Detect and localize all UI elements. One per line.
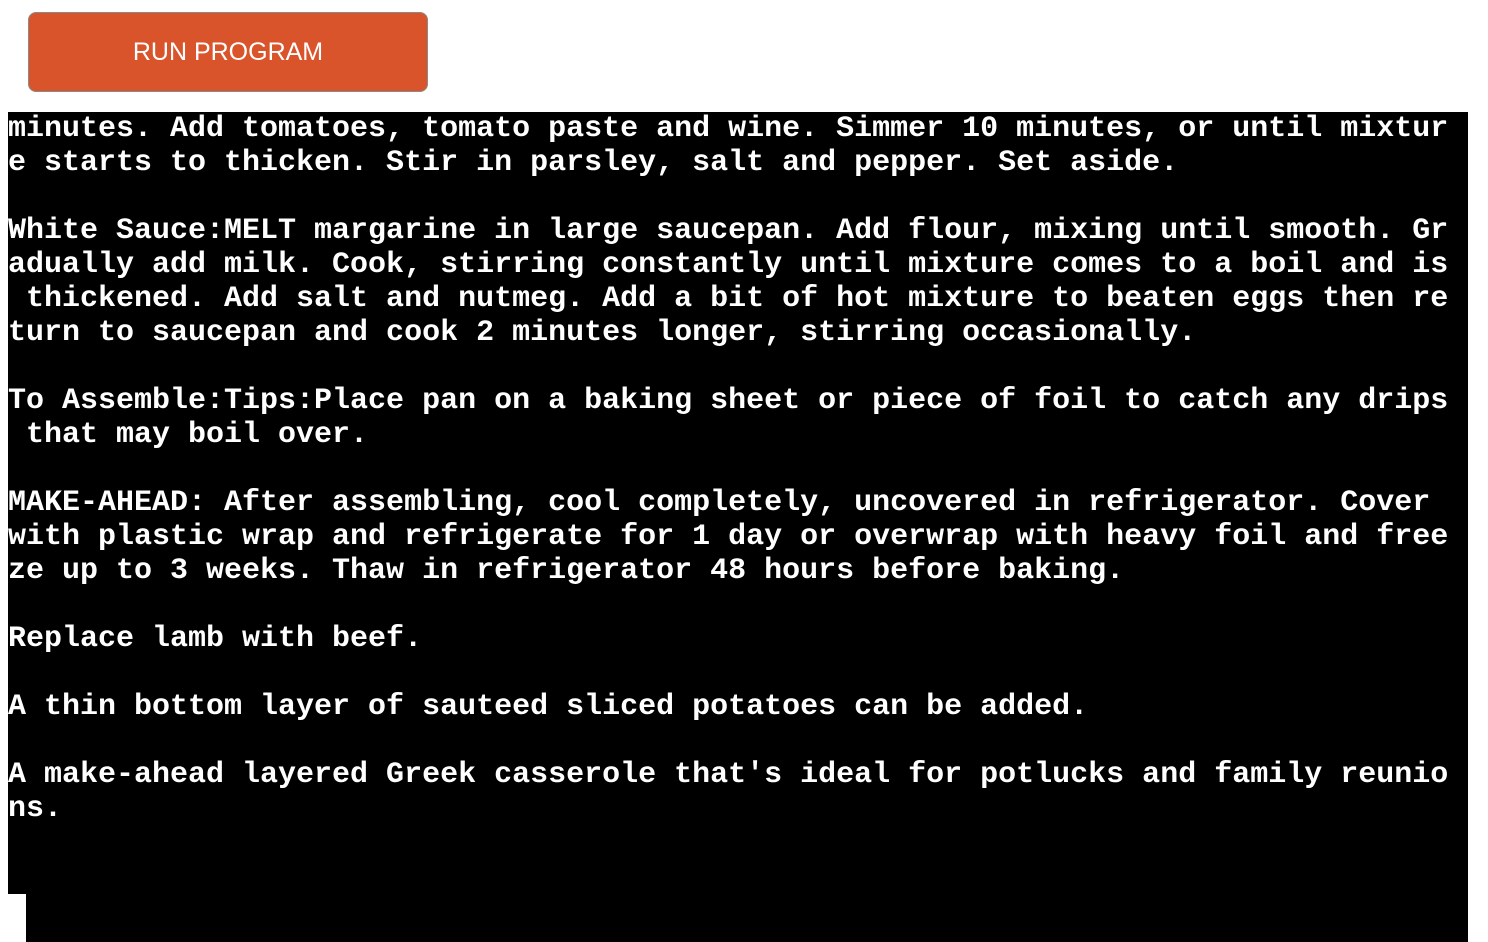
terminal-line: e starts to thicken. Stir in parsley, sa… <box>8 146 1179 180</box>
terminal-line: that may boil over. <box>8 418 369 452</box>
terminal-line: Replace lamb with beef. <box>8 622 423 656</box>
terminal-line: A make-ahead layered Greek casserole tha… <box>8 758 1449 792</box>
terminal-line: turn to saucepan and cook 2 minutes long… <box>8 316 1197 350</box>
terminal-line: ze up to 3 weeks. Thaw in refrigerator 4… <box>8 554 1125 588</box>
terminal-line: ns. <box>8 792 63 826</box>
terminal-line: A thin bottom layer of sauteed sliced po… <box>8 690 1089 724</box>
terminal-line: thickened. Add salt and nutmeg. Add a bi… <box>8 282 1449 316</box>
terminal-text: minutes. Add tomatoes, tomato paste and … <box>8 112 1468 826</box>
terminal-line: adually add milk. Cook, stirring constan… <box>8 248 1449 282</box>
run-program-button[interactable]: RUN PROGRAM <box>28 12 428 92</box>
terminal-line: MAKE-AHEAD: After assembling, cool compl… <box>8 486 1449 520</box>
terminal-line: with plastic wrap and refrigerate for 1 … <box>8 520 1449 554</box>
terminal-corner-notch <box>8 894 26 942</box>
terminal-output[interactable]: minutes. Add tomatoes, tomato paste and … <box>8 112 1468 942</box>
terminal-line: White Sauce:MELT margarine in large sauc… <box>8 214 1449 248</box>
terminal-line: To Assemble:Tips:Place pan on a baking s… <box>8 384 1449 418</box>
terminal-line: minutes. Add tomatoes, tomato paste and … <box>8 112 1449 146</box>
